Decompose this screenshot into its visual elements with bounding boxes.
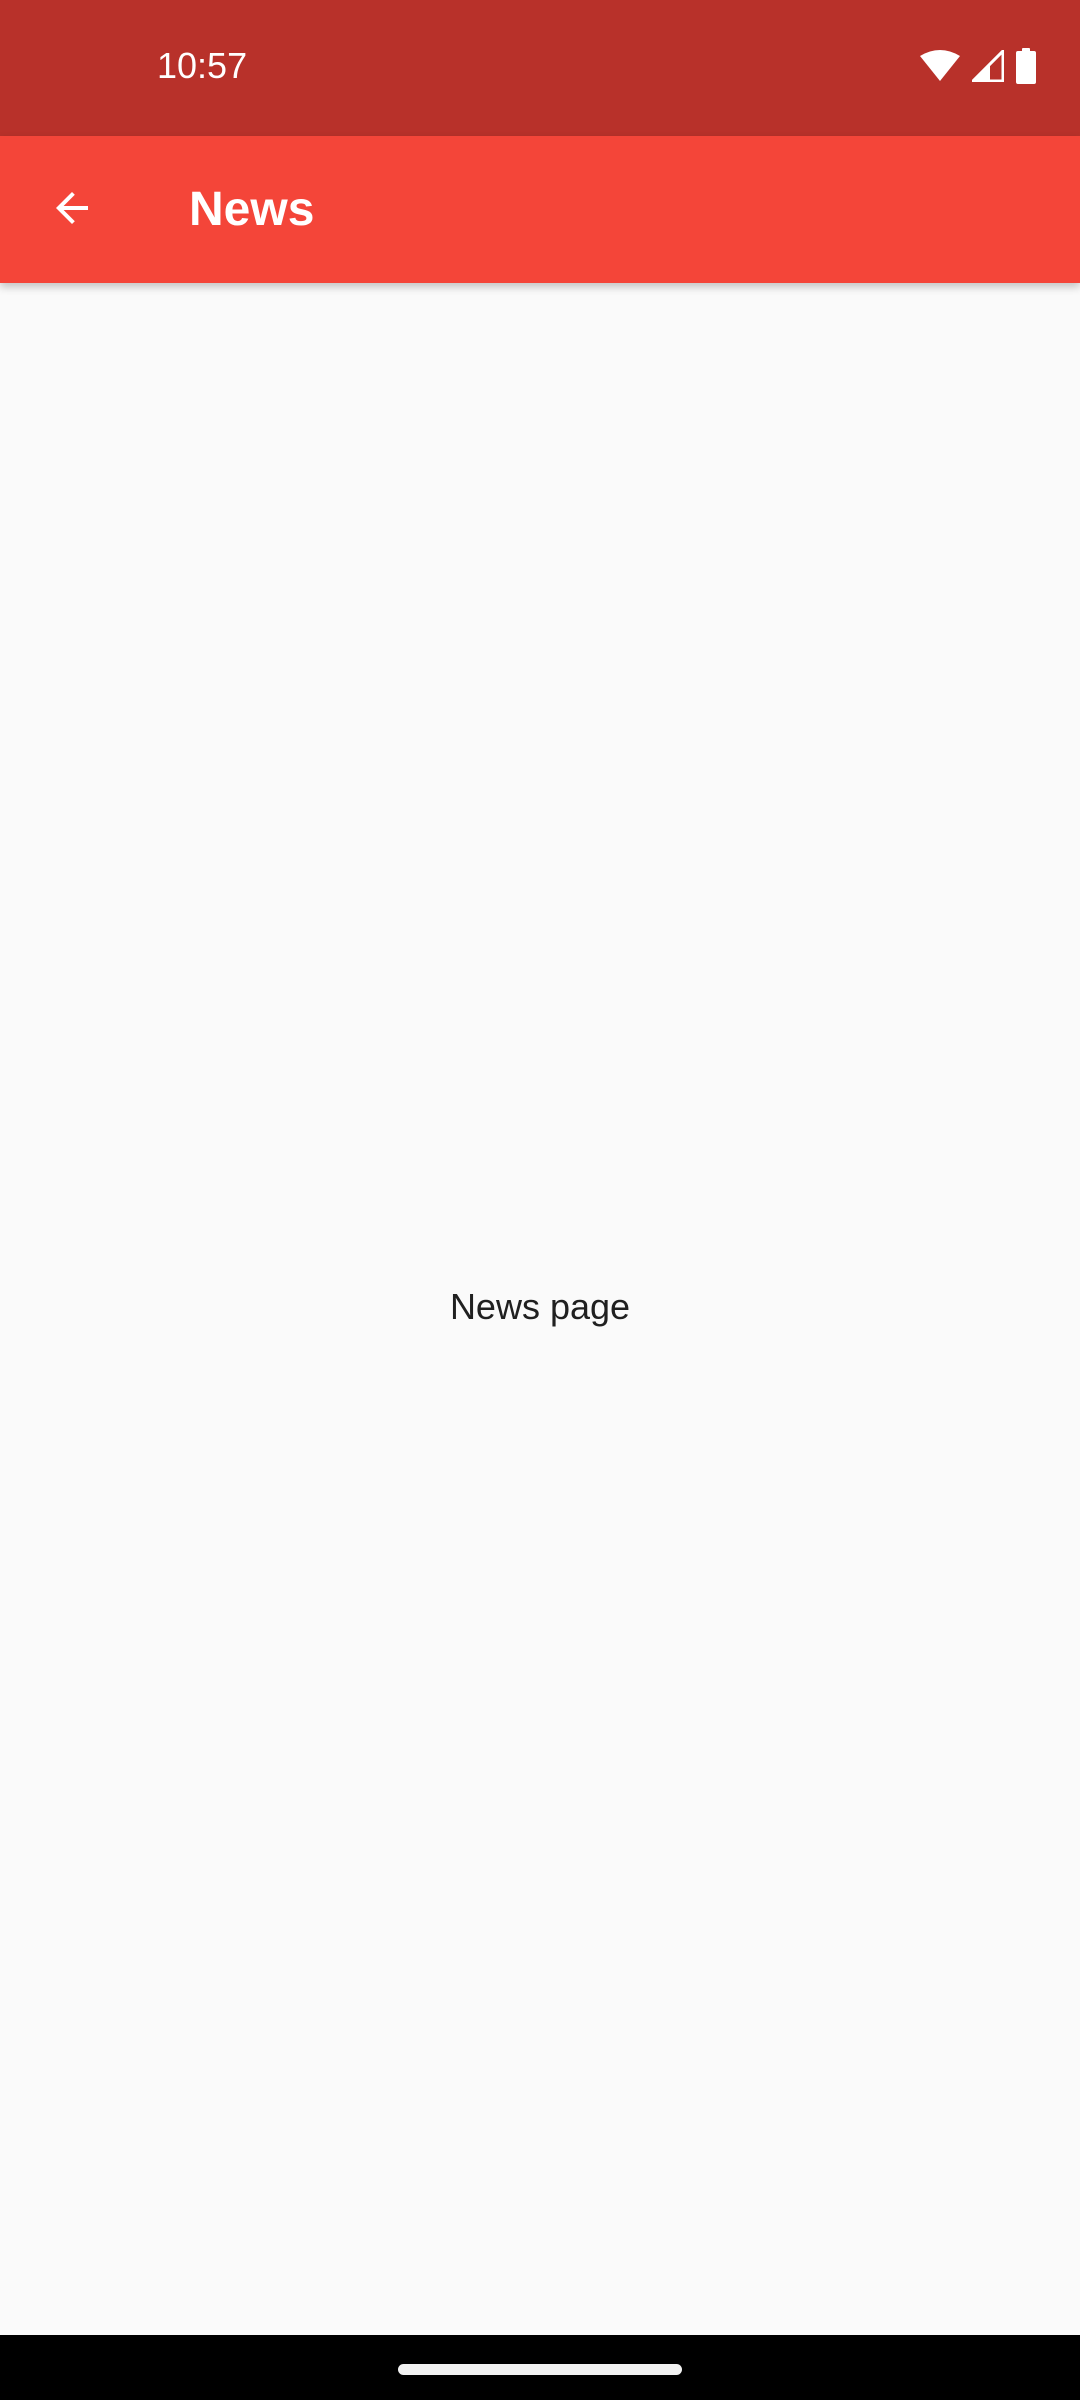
page-placeholder-text: News page (449, 1286, 631, 1327)
status-bar: 10:57 (0, 0, 1080, 136)
wifi-icon (920, 49, 960, 87)
navigation-bar (0, 2335, 1080, 2400)
home-indicator[interactable] (398, 2364, 682, 2375)
status-time: 10:57 (157, 45, 248, 86)
arrow-back-icon (48, 184, 96, 237)
status-icons (920, 47, 1036, 89)
content-area: News page (0, 283, 1080, 2335)
back-button[interactable] (24, 162, 120, 258)
app-bar: News (0, 136, 1080, 283)
cellular-signal-icon (971, 49, 1005, 87)
battery-icon (1016, 47, 1036, 89)
page-title: News (189, 183, 315, 236)
screen: 10:57 News News page (0, 0, 1080, 2400)
